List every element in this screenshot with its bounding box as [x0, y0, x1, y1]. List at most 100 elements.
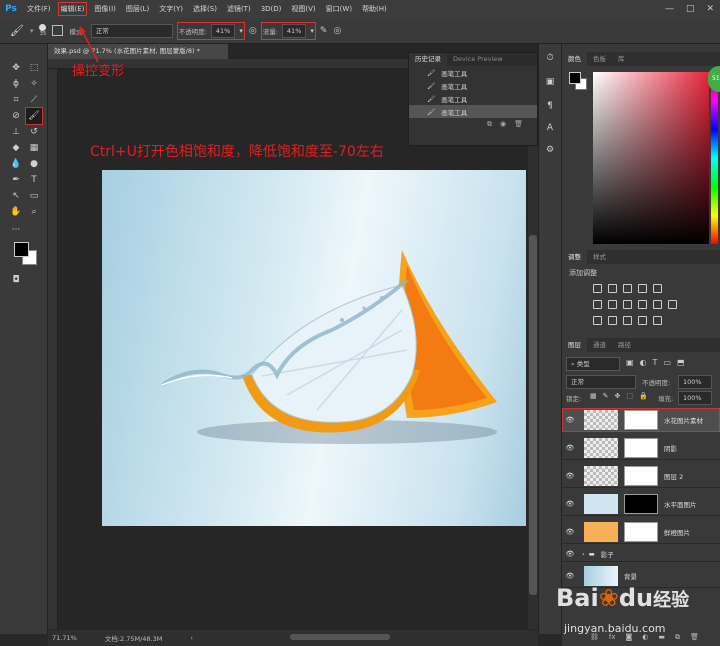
new-document-from-state-icon[interactable]: ⧉ [487, 120, 492, 129]
tab-adjustments[interactable]: 调整 [562, 250, 587, 264]
marquee-tool-icon[interactable]: ⬚ [26, 60, 42, 76]
eye-icon[interactable]: 👁 [562, 444, 578, 452]
layer-row[interactable]: 👁 阴影 [562, 436, 720, 460]
levels-icon[interactable] [608, 284, 617, 293]
eye-icon[interactable]: 👁 [562, 528, 578, 536]
layer-mask-thumbnail[interactable] [624, 521, 658, 542]
layer-mask-thumbnail[interactable] [624, 437, 658, 458]
canvas-image[interactable] [102, 170, 526, 526]
eye-icon[interactable]: 👁 [562, 550, 578, 558]
menu-window[interactable]: 窗口(W) [321, 0, 357, 18]
quick-mask-icon[interactable]: ◘ [8, 272, 24, 288]
menu-file[interactable]: 文件(F) [22, 0, 56, 18]
trash-icon[interactable]: 🗑 [514, 120, 523, 128]
tab-history[interactable]: 历史记录 [409, 53, 447, 66]
tab-color[interactable]: 颜色 [562, 52, 587, 66]
brush-tool-icon[interactable]: 🖌 [10, 24, 24, 37]
move-tool-icon[interactable]: ✥ [8, 60, 24, 76]
pressure-size-icon[interactable]: ◎ [333, 26, 341, 36]
tab-channels[interactable]: 通道 [587, 338, 612, 352]
lock-position-icon[interactable]: ✥ [615, 392, 621, 400]
brush-panel-icon[interactable] [52, 25, 64, 36]
color-balance-icon[interactable] [608, 300, 617, 309]
menu-layer[interactable]: 图层(L) [121, 0, 154, 18]
menu-select[interactable]: 选择(S) [188, 0, 222, 18]
chevron-down-icon[interactable]: ▾ [310, 27, 314, 35]
maximize-button[interactable]: □ [686, 4, 695, 14]
posterize-icon[interactable] [608, 316, 617, 325]
close-button[interactable]: ✕ [706, 4, 714, 14]
foreground-color-chip[interactable] [569, 72, 581, 84]
brush-tool-icon[interactable]: 🖌 [25, 107, 43, 125]
minimize-button[interactable]: — [665, 4, 674, 14]
chevron-down-icon[interactable]: ▾ [239, 27, 243, 35]
crop-tool-icon[interactable]: ⌗ [8, 92, 24, 108]
eye-icon[interactable]: 👁 [562, 500, 578, 508]
selective-color-icon[interactable] [638, 316, 647, 325]
history-item[interactable]: 🖌 画笔工具 [409, 66, 537, 79]
chevron-right-icon[interactable]: › [190, 634, 193, 642]
curves-icon[interactable] [623, 284, 632, 293]
smart-object-filter-icon[interactable]: ⬒ [677, 358, 685, 367]
history-item-current[interactable]: 🖌 画笔工具 [409, 105, 537, 118]
vibrance-icon[interactable] [653, 284, 662, 293]
history-panel-icon[interactable]: ⏱ [542, 50, 558, 66]
device-preview-icon[interactable]: ▣ [542, 74, 558, 90]
layer-filter-select[interactable]: ⌕ 类型 [566, 357, 620, 371]
foreground-color-swatch-top[interactable] [14, 242, 29, 257]
threshold-icon[interactable] [623, 316, 632, 325]
magic-wand-tool-icon[interactable]: ✧ [26, 76, 42, 92]
menu-view[interactable]: 视图(V) [286, 0, 320, 18]
camera-icon[interactable]: ◉ [500, 120, 506, 128]
type-tool-icon[interactable]: T [26, 172, 42, 188]
lock-transparent-icon[interactable]: ▦ [590, 392, 597, 400]
tab-device-preview[interactable]: Device Preview [447, 53, 509, 66]
gradient-map-icon[interactable] [653, 316, 662, 325]
layer-row[interactable]: 👁 鲜橙图片 [562, 520, 720, 544]
menu-type[interactable]: 文字(Y) [154, 0, 188, 18]
layer-row[interactable]: 👁 水花图片素材 [562, 408, 720, 432]
path-selection-tool-icon[interactable]: ↖ [8, 188, 24, 204]
layer-mask-thumbnail[interactable] [624, 493, 658, 514]
layer-mask-thumbnail[interactable] [624, 409, 658, 430]
eraser-tool-icon[interactable]: ◆ [8, 140, 24, 156]
invert-icon[interactable] [593, 316, 602, 325]
exposure-icon[interactable] [638, 284, 647, 293]
menu-3d[interactable]: 3D(D) [256, 0, 287, 18]
history-item[interactable]: 🖌 画笔工具 [409, 92, 537, 105]
horizontal-scroll-thumb[interactable] [290, 634, 390, 640]
properties-icon[interactable]: ⚙ [542, 142, 558, 158]
pressure-opacity-icon[interactable]: ◎ [249, 26, 257, 36]
lock-artboard-icon[interactable]: ⬚ [626, 392, 633, 400]
type-filter-icon[interactable]: T [653, 358, 658, 367]
vertical-scroll-thumb[interactable] [529, 235, 537, 595]
menu-filter[interactable]: 滤镜(T) [222, 0, 256, 18]
pen-tool-icon[interactable]: ✒ [8, 172, 24, 188]
character-icon[interactable]: A [542, 120, 558, 136]
layer-mask-thumbnail[interactable] [624, 465, 658, 486]
adjustment-filter-icon[interactable]: ◐ [640, 358, 647, 367]
zoom-level[interactable]: 71.71% [52, 634, 77, 642]
history-brush-tool-icon[interactable]: ↺ [26, 124, 42, 140]
lock-image-icon[interactable]: ✎ [603, 392, 609, 400]
menu-image[interactable]: 图像(I) [89, 0, 121, 18]
eye-icon[interactable]: 👁 [562, 472, 578, 480]
channel-mixer-icon[interactable] [653, 300, 662, 309]
more-tools-icon[interactable]: ··· [8, 222, 24, 238]
chevron-right-icon[interactable]: › [582, 550, 585, 558]
gradient-tool-icon[interactable]: ▦ [26, 140, 42, 156]
layer-opacity-input[interactable]: 100% [678, 375, 712, 389]
tab-swatches[interactable]: 色板 [587, 52, 612, 66]
lock-all-icon[interactable]: 🔒 [639, 392, 648, 400]
pixel-filter-icon[interactable]: ▣ [626, 358, 634, 367]
blend-mode-select[interactable]: 正常 [566, 375, 636, 389]
eyedropper-tool-icon[interactable]: ⟋ [26, 92, 42, 108]
clone-stamp-tool-icon[interactable]: ⊥ [8, 124, 24, 140]
tab-styles[interactable]: 样式 [587, 250, 612, 264]
black-white-icon[interactable] [623, 300, 632, 309]
airbrush-icon[interactable]: ✎ [320, 26, 328, 36]
blur-tool-icon[interactable]: 💧 [8, 156, 24, 172]
layer-row[interactable]: 👁 水平面图片 [562, 492, 720, 516]
eye-icon[interactable]: 👁 [562, 416, 578, 424]
tab-layers[interactable]: 图层 [562, 338, 587, 352]
